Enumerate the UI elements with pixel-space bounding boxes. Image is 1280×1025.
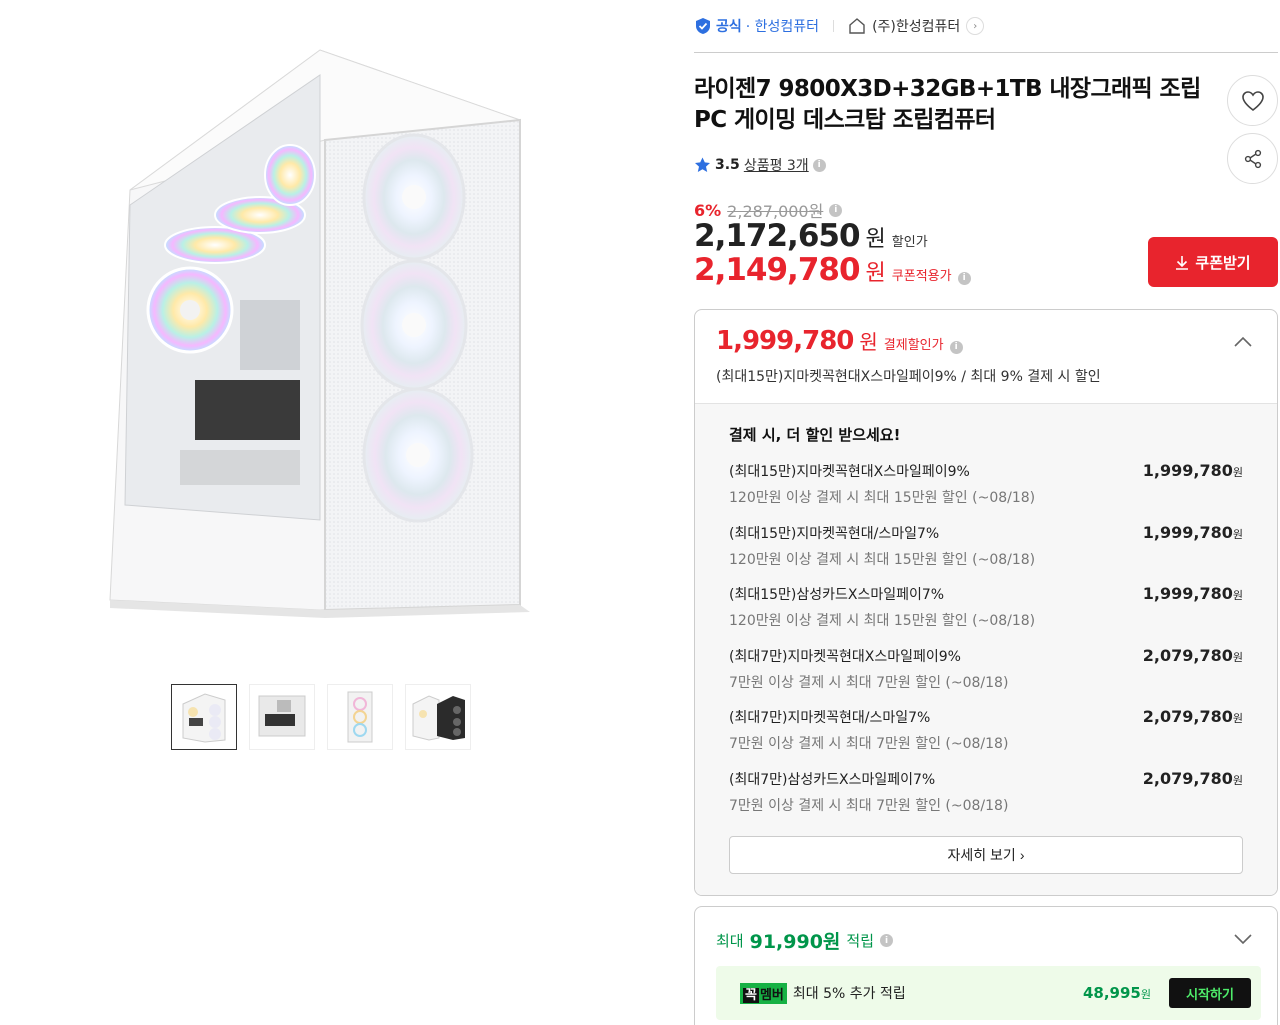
product-info-panel: 공식 · 한성컴퓨터 (주)한성컴퓨터 › 라이젠7 9800X3D+32GB+…	[694, 0, 1278, 1025]
review-count-link[interactable]: 상품평 3개	[744, 155, 809, 175]
membership-amount: 48,995원	[1082, 984, 1151, 1002]
discount-percent: 6%	[694, 200, 722, 220]
offer-condition: 7만원 이상 결제 시 최대 7만원 할인 (~08/18)	[729, 797, 1009, 814]
info-icon[interactable]: i	[812, 158, 826, 172]
payment-offers-heading: 결제 시, 더 할인 받으세요!	[729, 426, 901, 444]
product-title: 라이젠7 9800X3D+32GB+1TB 내장그래픽 조립PC 게이밍 데스크…	[694, 76, 1201, 133]
home-icon	[849, 18, 865, 34]
payment-offers: 결제 시, 더 할인 받으세요! (최대15만)지마켓꼭현대X스마일페이9% 1…	[695, 404, 1277, 895]
chevron-right-icon: ›	[966, 17, 985, 35]
info-icon[interactable]: i	[880, 934, 894, 947]
view-details-label: 자세히 보기	[947, 847, 1016, 863]
membership-promo: 꼭 멤버 최대 5% 추가 적립 48,995원 시작하기	[716, 966, 1261, 1020]
offer-amount: 2,079,780원	[1142, 645, 1243, 665]
view-details-button[interactable]: 자세히 보기 ›	[729, 836, 1243, 874]
payment-price-label: 결제할인가	[883, 338, 944, 353]
store-home-link[interactable]: (주)한성컴퓨터 ›	[848, 16, 985, 36]
reward-suffix: 적립	[846, 932, 875, 950]
chevron-down-icon[interactable]	[1231, 929, 1255, 949]
shield-check-icon	[696, 18, 710, 34]
share-button[interactable]	[1227, 133, 1278, 184]
payment-discount-header[interactable]: 1,999,780 원 결제할인가 i (최대15만)지마켓꼭현대X스마일페이9%…	[695, 310, 1277, 404]
sale-price-row: 2,172,650 원 할인가	[694, 218, 928, 254]
official-store-link[interactable]: 공식 · 한성컴퓨터	[694, 16, 819, 36]
chevron-right-icon: ›	[1019, 847, 1025, 863]
payment-offer: (최대7만)지마켓꼭현대X스마일페이9% 7만원 이상 결제 시 최대 7만원 …	[729, 646, 1243, 708]
official-shop-name: · 한성컴퓨터	[745, 19, 820, 35]
offer-condition: 7만원 이상 결제 시 최대 7만원 할인 (~08/18)	[729, 736, 1009, 752]
payment-offer: (최대15만)지마켓꼭현대X스마일페이9% 120만원 이상 결제 시 최대 1…	[729, 461, 1243, 523]
seller-bar: 공식 · 한성컴퓨터 (주)한성컴퓨터 ›	[694, 0, 1278, 53]
coupon-price-row: 2,149,780 원 쿠폰적용가 i	[694, 252, 971, 288]
offer-amount: 1,999,780원	[1142, 522, 1243, 542]
product-main-image[interactable]	[100, 40, 550, 630]
payment-discount-box: 1,999,780 원 결제할인가 i (최대15만)지마켓꼭현대X스마일페이9%…	[694, 309, 1278, 896]
offer-amount: 2,079,780원	[1142, 707, 1243, 726]
payment-offer: (최대7만)삼성카드X스마일페이7% 7만원 이상 결제 시 최대 7만원 할인…	[729, 769, 1243, 831]
sale-price: 2,172,650	[694, 218, 861, 254]
offer-amount: 2,079,780원	[1142, 768, 1243, 788]
heart-icon	[1241, 90, 1264, 111]
chevron-up-icon[interactable]	[1231, 332, 1255, 352]
coupon-price-label: 쿠폰적용가	[891, 269, 952, 284]
thumbnail-strip	[171, 684, 471, 750]
payment-offer: (최대15만)지마켓꼭현대/스마일7% 120만원 이상 결제 시 최대 15만…	[729, 523, 1243, 585]
coupon-price-unit: 원	[865, 261, 886, 286]
offer-condition: 120만원 이상 결제 시 최대 15만원 할인 (~08/18)	[729, 551, 1036, 568]
info-icon[interactable]: i	[957, 271, 971, 285]
membership-text: 최대 5% 추가 적립	[792, 986, 906, 1002]
payment-offer: (최대15만)삼성카드X스마일페이7% 120만원 이상 결제 시 최대 15만…	[729, 584, 1243, 646]
payment-price: 1,999,780	[716, 326, 854, 356]
wishlist-button[interactable]	[1227, 75, 1278, 126]
start-membership-button[interactable]: 시작하기	[1169, 978, 1251, 1008]
get-coupon-label: 쿠폰받기	[1195, 254, 1251, 272]
offer-condition: 7만원 이상 결제 시 최대 7만원 할인 (~08/18)	[729, 674, 1009, 691]
thumbnail-2[interactable]	[249, 684, 315, 750]
offer-condition: 120만원 이상 결제 시 최대 15만원 할인 (~08/18)	[729, 613, 1036, 629]
reward-header[interactable]: 최대 91,990원 적립 i	[716, 927, 1256, 954]
membership-badge: 꼭 멤버	[740, 982, 787, 1004]
reward-box: 최대 91,990원 적립 i 꼭 멤버 최대 5% 추가 적립 48,995원 …	[694, 906, 1278, 1025]
payment-description: (최대15만)지마켓꼭현대X스마일페이9% / 최대 9% 결제 시 할인	[716, 369, 1101, 385]
rating-summary: 3.5 상품평 3개 i	[694, 155, 826, 175]
sale-price-label: 할인가	[891, 235, 928, 250]
offer-amount: 1,999,780원	[1142, 461, 1243, 480]
star-icon	[695, 157, 710, 172]
offer-amount: 1,999,780원	[1142, 584, 1243, 603]
info-icon[interactable]: i	[949, 340, 963, 354]
payment-offer: (최대7만)지마켓꼭현대/스마일7% 7만원 이상 결제 시 최대 7만원 할인…	[729, 707, 1243, 769]
thumbnail-4[interactable]	[405, 684, 471, 750]
thumbnail-1[interactable]	[171, 684, 237, 750]
store-name: (주)한성컴퓨터	[872, 19, 961, 35]
info-icon[interactable]: i	[829, 203, 843, 217]
offer-condition: 120만원 이상 결제 시 최대 15만원 할인 (~08/18)	[729, 490, 1036, 506]
reward-prefix: 최대	[716, 932, 744, 950]
download-icon	[1176, 255, 1189, 270]
product-gallery	[0, 0, 660, 1025]
get-coupon-button[interactable]: 쿠폰받기	[1148, 237, 1278, 287]
official-label: 공식	[716, 19, 742, 35]
sale-price-unit: 원	[865, 227, 886, 252]
divider	[833, 20, 835, 32]
share-icon	[1244, 149, 1261, 168]
thumbnail-3[interactable]	[327, 684, 393, 750]
reward-amount: 91,990원	[749, 931, 841, 953]
coupon-price: 2,149,780	[694, 252, 861, 288]
rating-score: 3.5	[715, 157, 740, 173]
payment-price-unit: 원	[859, 330, 878, 354]
